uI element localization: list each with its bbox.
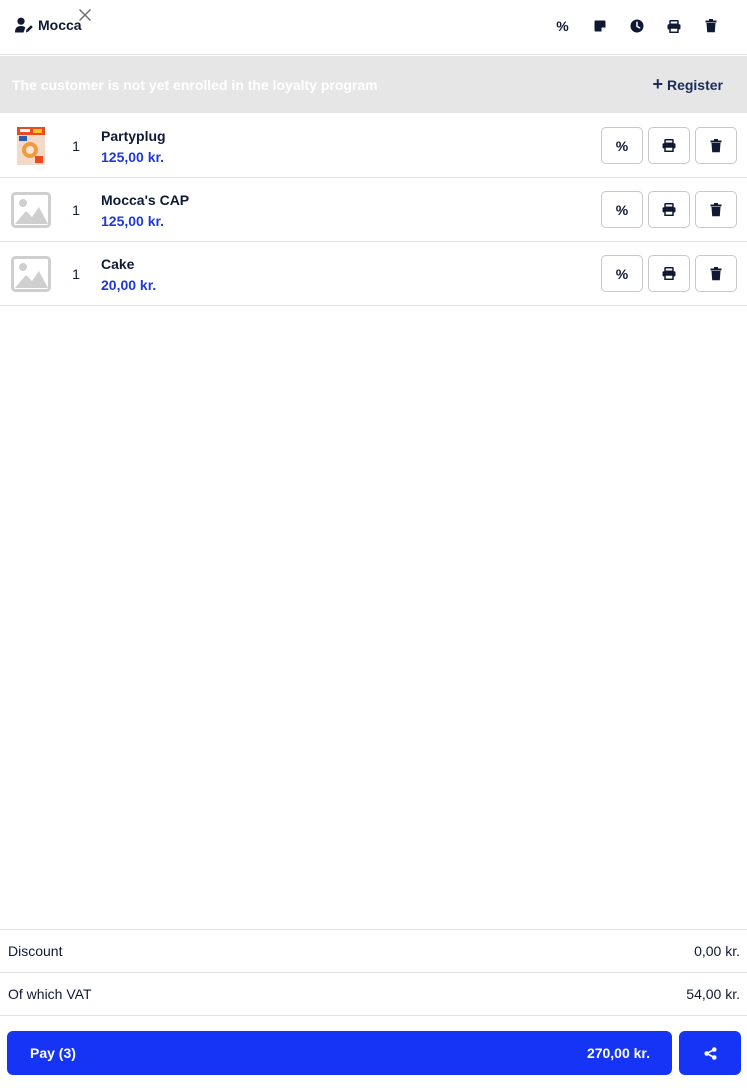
clock-icon (630, 19, 643, 33)
pay-button[interactable]: Pay (3) 270,00 kr. (7, 1031, 672, 1075)
trash-icon (710, 138, 722, 152)
printer-icon (667, 19, 680, 33)
loyalty-banner: The customer is not yet enrolled in the … (0, 56, 747, 113)
trash-icon (705, 19, 716, 33)
discount-value: 0,00 kr. (694, 943, 740, 959)
image-placeholder-icon (11, 256, 51, 292)
product-image (17, 127, 45, 165)
item-actions: % (601, 191, 737, 228)
item-discount-button[interactable]: % (601, 127, 643, 164)
percent-icon: % (615, 201, 629, 218)
item-price: 125,00 kr. (101, 213, 165, 229)
customer-selector[interactable]: Mocca (15, 14, 82, 36)
item-quantity[interactable]: 1 (70, 266, 82, 282)
discount-label: Discount (8, 943, 63, 959)
item-name: Mocca's CAP (101, 192, 190, 208)
item-print-button[interactable] (648, 127, 690, 164)
vat-value: 54,00 kr. (686, 986, 740, 1002)
register-loyalty-button[interactable]: + Register (652, 74, 723, 96)
item-discount-button[interactable]: % (601, 255, 643, 292)
note-icon (594, 20, 605, 32)
item-price: 20,00 kr. (101, 277, 157, 293)
close-icon[interactable] (78, 8, 92, 22)
percent-icon: % (556, 18, 569, 34)
item-delete-button[interactable] (695, 127, 737, 164)
cart-header: Mocca % (0, 0, 747, 55)
item-actions: % (601, 255, 737, 292)
vat-row: Of which VAT 54,00 kr. (0, 973, 747, 1016)
share-button[interactable] (679, 1031, 741, 1075)
user-edit-icon (15, 17, 33, 33)
print-receipt-button[interactable] (655, 15, 692, 37)
printer-icon (662, 203, 676, 216)
item-print-button[interactable] (648, 191, 690, 228)
item-delete-button[interactable] (695, 255, 737, 292)
vat-label: Of which VAT (8, 986, 92, 1002)
park-sale-button[interactable] (618, 15, 655, 37)
item-name: Partyplug (101, 128, 166, 144)
trash-icon (710, 202, 722, 216)
item-discount-button[interactable]: % (601, 191, 643, 228)
cart-item[interactable]: 1 Cake 20,00 kr. % (0, 242, 747, 306)
pay-amount: 270,00 kr. (586, 1045, 650, 1061)
item-name: Cake (101, 256, 135, 272)
item-price: 125,00 kr. (101, 149, 165, 165)
trash-icon (710, 266, 722, 280)
item-quantity[interactable]: 1 (70, 202, 82, 218)
loyalty-message: The customer is not yet enrolled in the … (12, 77, 378, 93)
share-icon (703, 1046, 717, 1060)
item-delete-button[interactable] (695, 191, 737, 228)
note-button[interactable] (581, 15, 618, 37)
plus-icon: + (652, 74, 663, 94)
cart-totals: Discount 0,00 kr. Of which VAT 54,00 kr. (0, 929, 747, 1016)
percent-icon: % (615, 265, 629, 282)
item-actions: % (601, 127, 737, 164)
printer-icon (662, 267, 676, 280)
cart-item[interactable]: 1 Partyplug 125,00 kr. % (0, 114, 747, 178)
register-label: Register (666, 77, 723, 93)
item-quantity[interactable]: 1 (70, 138, 82, 154)
percent-icon: % (615, 137, 629, 154)
pay-label: Pay (3) (30, 1045, 76, 1061)
discount-row: Discount 0,00 kr. (0, 930, 747, 973)
cart-item[interactable]: 1 Mocca's CAP 125,00 kr. % (0, 178, 747, 242)
cart-discount-button[interactable]: % (544, 15, 581, 37)
header-actions: % (544, 15, 729, 37)
item-print-button[interactable] (648, 255, 690, 292)
image-placeholder-icon (11, 192, 51, 228)
customer-name: Mocca (38, 17, 82, 33)
clear-cart-button[interactable] (692, 15, 729, 37)
cart-items: 1 Partyplug 125,00 kr. % 1 Mocca's CAP 1… (0, 114, 747, 306)
printer-icon (662, 139, 676, 152)
